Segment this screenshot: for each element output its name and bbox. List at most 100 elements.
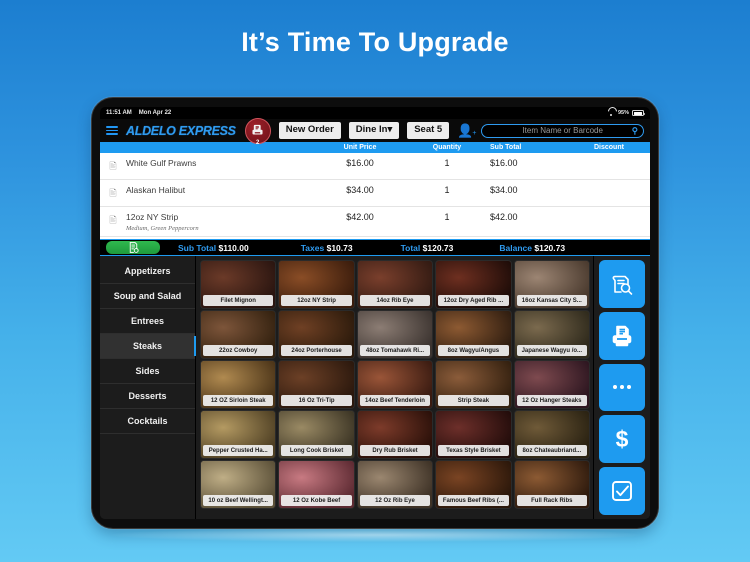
print-receipt-icon[interactable] (599, 311, 645, 360)
payment-dollar-icon[interactable]: $ (599, 415, 645, 464)
battery-icon (632, 110, 646, 116)
menu-item-tile[interactable]: 12 Oz Rib Eye (356, 460, 434, 509)
tablet-screen: 11:51 AM Mon Apr 22 95% ALDELO EXPRESS 2… (100, 107, 650, 519)
menu-item-tile[interactable]: 8oz Chateaubriand... (513, 410, 590, 459)
order-row[interactable]: 🖹 Alaskan Halibut $34.00 1 $34.00 (100, 180, 650, 207)
menu-item-label: Long Cook Brisket (281, 445, 352, 456)
menu-item-tile[interactable]: 48oz Tomahawk Ri... (356, 310, 434, 359)
order-item-sub-total: $16.00 (490, 158, 518, 168)
search-input[interactable]: Item Name or Barcode ⚲ (481, 123, 644, 138)
sidebar-item-entrees[interactable]: Entrees (100, 309, 195, 334)
menu-item-label: 12 Oz Kobe Beef (281, 495, 352, 506)
menu-item-tile[interactable]: Japanese Wagyu /o... (513, 310, 590, 359)
duplicate-item-icon[interactable]: 🖹 (100, 158, 126, 175)
total-value: $120.73 (422, 242, 454, 253)
duplicate-item-icon[interactable]: 🖹 (100, 212, 126, 229)
printer-queue-count: 2 (256, 139, 260, 146)
column-discount: Discount (594, 144, 624, 151)
order-item-quantity: 1 (444, 185, 450, 195)
menu-item-tile[interactable]: 10 oz Beef Wellingt... (200, 460, 277, 509)
order-totals-bar: Sub Total $110.00 Taxes $10.73 Total $12… (100, 239, 650, 256)
balance-label: Balance (499, 242, 532, 253)
menu-item-tile[interactable]: 14oz Rib Eye (356, 260, 434, 309)
sub-total-value: $110.00 (218, 242, 249, 253)
menu-item-label: Dry Rub Brisket (359, 445, 431, 456)
search-icon[interactable]: ⚲ (632, 125, 638, 136)
menu-item-tile[interactable]: 22oz Cowboy (200, 310, 277, 359)
order-row[interactable]: 🖹 White Gulf Prawns $16.00 1 $16.00 (100, 153, 650, 180)
balance-display: Balance $120.73 (499, 243, 565, 253)
menu-item-tile[interactable]: 12 OZ Sirloin Steak (200, 360, 277, 409)
order-type-dropdown[interactable]: Dine In▾ (348, 122, 400, 139)
menu-item-tile[interactable]: Dry Rub Brisket (356, 410, 434, 459)
balance-value: $120.73 (534, 242, 566, 253)
menu-item-grid[interactable]: Filet Mignon 12oz NY Strip 14oz Rib Eye 12o… (196, 256, 594, 519)
sidebar-item-soup-and-salad[interactable]: Soup and Salad (100, 284, 195, 309)
category-label: Entrees (130, 316, 165, 326)
action-button-column: $ (594, 256, 650, 519)
menu-item-tile[interactable]: 14oz Beef Tenderloin (356, 360, 434, 409)
taxes-label: Taxes (300, 242, 325, 253)
menu-item-label: 12oz NY Strip (281, 295, 352, 306)
menu-item-tile[interactable]: 24oz Porterhouse (278, 310, 355, 359)
menu-item-label: 22oz Cowboy (203, 345, 274, 356)
menu-item-label: 10 oz Beef Wellingt... (203, 495, 274, 506)
sidebar-item-appetizers[interactable]: Appetizers (100, 259, 195, 284)
category-label: Desserts (128, 391, 167, 401)
app-top-bar: ALDELO EXPRESS 2 New Order Dine In▾ Seat… (100, 117, 650, 146)
sidebar-item-steaks[interactable]: Steaks (100, 334, 196, 359)
printer-icon[interactable]: 2 (244, 117, 271, 146)
menu-item-tile[interactable]: 12 Oz Kobe Beef (278, 460, 355, 509)
device-reflection (110, 528, 640, 542)
menu-item-label: 8oz Wagyu/Angus (438, 345, 509, 356)
receipt-order-icon[interactable] (106, 241, 160, 254)
menu-item-tile[interactable]: Strip Steak (435, 360, 512, 409)
order-item-modifiers: Medium, Green Peppercorn (126, 225, 199, 232)
seat-selector-button[interactable]: Seat 5 (407, 122, 450, 139)
duplicate-item-icon[interactable]: 🖹 (100, 185, 126, 202)
sidebar-item-sides[interactable]: Sides (100, 359, 195, 384)
category-label: Soup and Salad (113, 291, 182, 301)
order-item-title: White Gulf Prawns (126, 158, 197, 168)
menu-item-tile[interactable]: Famous Beef Ribs (... (435, 460, 512, 509)
menu-item-tile[interactable]: 16oz Kansas City S... (513, 260, 590, 309)
status-date: Mon Apr 22 (138, 110, 172, 116)
page-title: It’s Time To Upgrade (241, 27, 509, 57)
order-lookup-icon[interactable] (599, 260, 645, 308)
order-item-quantity: 1 (444, 212, 450, 222)
menu-item-tile[interactable]: Pepper Crusted Ha... (200, 410, 277, 459)
close-order-checkbox-icon[interactable] (599, 467, 645, 515)
menu-item-tile[interactable]: 12 Oz Hanger Steaks (513, 360, 590, 409)
menu-item-tile[interactable]: Full Rack Ribs (513, 460, 590, 509)
menu-item-label: Famous Beef Ribs (... (438, 495, 509, 506)
category-label: Sides (135, 366, 160, 376)
order-items-list[interactable]: 🖹 White Gulf Prawns $16.00 1 $16.00 🖹 Alaskan … (100, 153, 650, 239)
category-label: Appetizers (124, 266, 171, 276)
menu-item-tile[interactable]: Long Cook Brisket (278, 410, 355, 459)
menu-item-label: 12 OZ Sirloin Steak (203, 395, 274, 406)
menu-item-tile[interactable]: 12oz Dry Aged Rib ... (435, 260, 512, 309)
menu-item-label: Pepper Crusted Ha... (203, 445, 274, 456)
menu-item-label: 12 Oz Rib Eye (359, 495, 431, 506)
status-battery-percent: 95% (617, 110, 629, 116)
menu-item-tile[interactable]: 8oz Wagyu/Angus (435, 310, 512, 359)
total-display: Total $120.73 (401, 243, 454, 253)
menu-item-tile[interactable]: Texas Style Brisket (435, 410, 512, 459)
order-row[interactable]: 🖹 12oz NY Strip Medium, Green Peppercorn $4… (100, 207, 650, 237)
order-item-unit-price: $34.00 (346, 185, 374, 195)
hamburger-menu-icon[interactable] (106, 126, 118, 135)
menu-item-label: Filet Mignon (203, 295, 274, 306)
column-quantity: Quantity (432, 144, 462, 151)
menu-item-tile[interactable]: 16 Oz Tri-Tip (278, 360, 355, 409)
category-sidebar[interactable]: Appetizers Soup and Salad Entrees Steaks Sid… (100, 256, 196, 519)
device-status-bar: 11:51 AM Mon Apr 22 95% (100, 107, 650, 119)
column-unit-price: Unit Price (343, 144, 377, 151)
menu-item-tile[interactable]: 12oz NY Strip (278, 260, 355, 309)
sidebar-item-desserts[interactable]: Desserts (100, 384, 195, 409)
new-order-button[interactable]: New Order (278, 122, 341, 139)
add-user-icon[interactable]: 👤 + (457, 124, 476, 137)
sidebar-item-cocktails[interactable]: Cocktails (100, 409, 195, 434)
more-options-icon[interactable] (599, 363, 645, 412)
menu-item-tile[interactable]: Filet Mignon (200, 260, 277, 309)
menu-item-label: Strip Steak (438, 395, 509, 406)
